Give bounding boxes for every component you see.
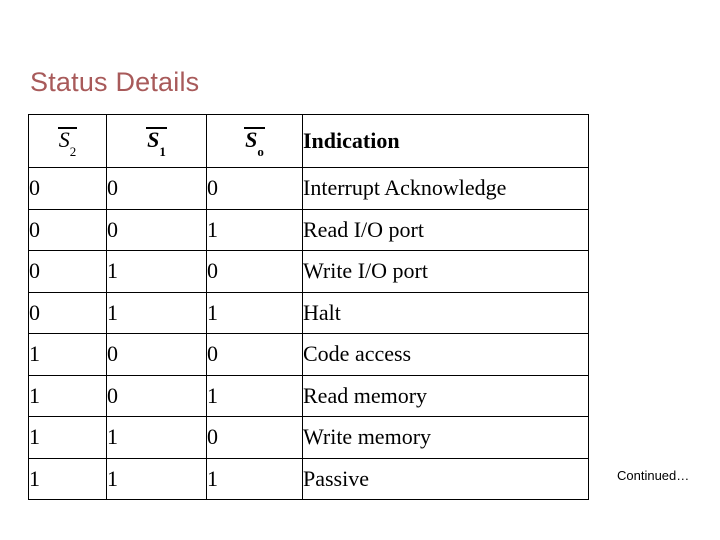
cell-s0: 0 bbox=[206, 250, 303, 293]
column-header-s0: So bbox=[206, 114, 303, 168]
cell-s1: 1 bbox=[106, 250, 207, 293]
column-header-s1: S1 bbox=[106, 114, 207, 168]
cell-s2: 1 bbox=[28, 416, 107, 459]
signal-s1-letter: S bbox=[147, 127, 160, 153]
cell-s2: 1 bbox=[28, 333, 107, 376]
cell-s1: 1 bbox=[106, 457, 207, 500]
status-details-table: S2 S1 So Indication 0 0 0 Interrupt Ackn… bbox=[28, 114, 589, 500]
signal-s0-symbol: So bbox=[244, 126, 265, 158]
overline-bar-s1 bbox=[146, 127, 167, 130]
signal-s0-letter: S bbox=[245, 127, 258, 153]
page-title: Status Details bbox=[30, 67, 200, 97]
table-row: 1 1 1 Passive bbox=[28, 457, 589, 500]
cell-s1: 0 bbox=[106, 208, 207, 251]
cell-indication: Passive bbox=[302, 457, 589, 500]
signal-s2-subscript: 2 bbox=[69, 143, 77, 159]
signal-s0-subscript: o bbox=[257, 143, 264, 159]
cell-indication: Halt bbox=[302, 291, 589, 334]
cell-s1: 0 bbox=[106, 167, 207, 210]
cell-s1: 0 bbox=[106, 374, 207, 417]
cell-s2: 0 bbox=[28, 250, 107, 293]
cell-indication: Read I/O port bbox=[302, 208, 589, 251]
cell-s0: 1 bbox=[206, 457, 303, 500]
table-row: 0 1 0 Write I/O port bbox=[28, 250, 589, 293]
signal-s2-letter: S bbox=[58, 127, 70, 153]
cell-s2: 1 bbox=[28, 457, 107, 500]
cell-s0: 0 bbox=[206, 416, 303, 459]
cell-indication: Read memory bbox=[302, 374, 589, 417]
cell-indication: Write memory bbox=[302, 416, 589, 459]
overline-bar-s0 bbox=[244, 127, 265, 130]
cell-s0: 1 bbox=[206, 291, 303, 334]
table-row: 0 1 1 Halt bbox=[28, 291, 589, 334]
cell-s0: 0 bbox=[206, 333, 303, 376]
overline-bar-s2 bbox=[57, 127, 78, 130]
table-row: 1 0 0 Code access bbox=[28, 333, 589, 376]
cell-indication: Interrupt Acknowledge bbox=[302, 167, 589, 210]
column-header-indication: Indication bbox=[302, 114, 589, 168]
cell-s1: 1 bbox=[106, 291, 207, 334]
continued-note: Continued… bbox=[617, 468, 690, 483]
cell-indication: Code access bbox=[302, 333, 589, 376]
table-row: 1 1 0 Write memory bbox=[28, 416, 589, 459]
cell-s0: 1 bbox=[206, 374, 303, 417]
signal-s1-symbol: S1 bbox=[146, 126, 167, 158]
cell-s1: 0 bbox=[106, 333, 207, 376]
slide-canvas: Status Details S2 S1 So Indication 0 0 0… bbox=[0, 0, 720, 540]
table-row: 0 0 0 Interrupt Acknowledge bbox=[28, 167, 589, 210]
column-header-s2: S2 bbox=[28, 114, 107, 168]
cell-s0: 1 bbox=[206, 208, 303, 251]
table-row: 1 0 1 Read memory bbox=[28, 374, 589, 417]
cell-s2: 0 bbox=[28, 291, 107, 334]
cell-s1: 1 bbox=[106, 416, 207, 459]
cell-s2: 0 bbox=[28, 208, 107, 251]
cell-s2: 0 bbox=[28, 167, 107, 210]
cell-s0: 0 bbox=[206, 167, 303, 210]
cell-s2: 1 bbox=[28, 374, 107, 417]
cell-indication: Write I/O port bbox=[302, 250, 589, 293]
signal-s1-subscript: 1 bbox=[159, 143, 166, 159]
table-row: 0 0 1 Read I/O port bbox=[28, 208, 589, 251]
signal-s2-symbol: S2 bbox=[57, 126, 78, 158]
table-header-row: S2 S1 So Indication bbox=[28, 114, 589, 168]
